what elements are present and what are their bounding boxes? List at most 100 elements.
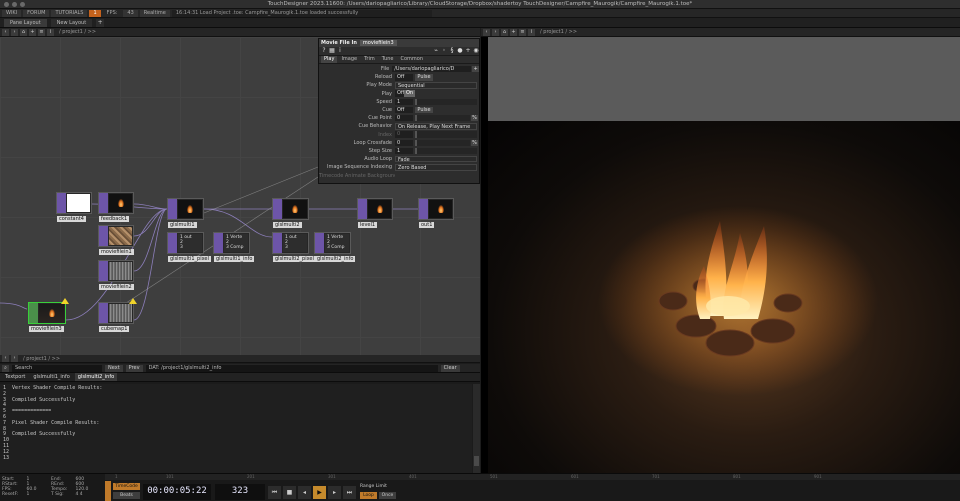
node-glslmulti1[interactable]: glslmulti1 [167, 198, 204, 228]
help-icon[interactable]: ? [321, 48, 327, 54]
node-moviefilein3[interactable]: moviefilein3 [28, 298, 69, 332]
tab-textport[interactable]: Textport [2, 373, 28, 381]
search-prev-button[interactable]: Prev [125, 364, 143, 372]
reload-toggle[interactable]: Off [395, 74, 413, 81]
info-icon[interactable]: i [337, 48, 343, 54]
viewer-pane[interactable]: ‹ › ⌂ + ≡ i / project1 / >> [481, 28, 960, 473]
info-icon[interactable]: i [528, 28, 535, 36]
forward-icon[interactable]: › [11, 28, 18, 36]
add-icon[interactable]: + [510, 28, 517, 36]
timeline-ruler[interactable]: 1 101 201 301 401 501 601 701 801 901 [105, 474, 960, 480]
frame-display[interactable]: 323 [215, 484, 265, 500]
settings-icon[interactable]: ◉ [473, 48, 479, 54]
viewer-path[interactable]: / project1 / >> [540, 29, 577, 35]
index-slider[interactable] [415, 131, 477, 138]
play-mode-menu[interactable]: Sequential [395, 82, 477, 89]
operator-icon[interactable]: ▦ [329, 48, 335, 54]
node-feedback1[interactable]: feedback1 [98, 192, 134, 222]
back-icon[interactable]: ‹ [483, 28, 490, 36]
cue-toggle[interactable]: Off [395, 106, 413, 114]
stop-icon[interactable]: ■ [283, 486, 296, 499]
speed-slider[interactable] [415, 98, 477, 106]
search-clear-button[interactable]: Clear [440, 364, 460, 372]
search-next-button[interactable]: Next [105, 364, 123, 372]
warning-icon[interactable] [129, 298, 137, 304]
cue-point-unit[interactable]: % [471, 114, 478, 122]
add-file-icon[interactable]: + [472, 65, 479, 73]
reload-pulse-button[interactable]: Pulse [415, 74, 433, 81]
search-input[interactable]: Search [12, 364, 102, 372]
cue-pulse-button[interactable]: Pulse [415, 106, 433, 114]
home-icon[interactable]: ⌂ [20, 28, 27, 36]
node-constant4[interactable]: constant4 [56, 192, 92, 222]
add-icon[interactable]: + [29, 28, 36, 36]
forum-button[interactable]: FORUM [23, 9, 50, 17]
node-out1[interactable]: out1 [418, 198, 454, 228]
node-glslmulti2-pixel[interactable]: 1 out 2 3 glslmulti2_pixel [272, 232, 316, 262]
tab-glslmulti2-info[interactable]: glslmulti2_info [74, 373, 118, 381]
file-path-field[interactable]: /Users/dariopagliarico/D [392, 65, 472, 73]
node-glslmulti1-info[interactable]: 1 Verte 2 3 Comp glslmulti1_info [213, 232, 255, 262]
tutorials-button[interactable]: TUTORIALS [51, 9, 88, 17]
once-button[interactable]: Once [379, 492, 396, 499]
loop-crossfade-unit[interactable]: % [471, 139, 478, 147]
back-icon[interactable]: ‹ [2, 355, 9, 362]
comment-icon[interactable]: ◦ [441, 48, 447, 54]
warning-icon[interactable] [61, 298, 69, 304]
tab-play[interactable]: Play [321, 56, 338, 63]
node-moviefilein2[interactable]: moviefilein2 [98, 260, 134, 290]
operator-name-field[interactable]: moviefilein3 [359, 40, 397, 46]
link-icon[interactable]: ⌁ [433, 48, 439, 54]
add-tab-button[interactable]: + [96, 18, 105, 27]
audio-loop-menu[interactable]: Fade [395, 155, 477, 163]
menu-icon[interactable]: ≡ [38, 28, 45, 36]
loop-crossfade-slider[interactable] [415, 139, 470, 147]
step-size-slider[interactable] [415, 147, 477, 155]
node-level1[interactable]: level1 [357, 198, 393, 228]
tab-pane-layout[interactable]: Pane Layout [4, 18, 47, 27]
tab-trim[interactable]: Trim [361, 56, 378, 63]
info-icon[interactable]: i [47, 28, 54, 36]
play-off-option[interactable]: Off [395, 90, 404, 97]
play-icon[interactable]: ▶ [313, 486, 326, 499]
text-content[interactable]: 1 Vertex Shader Compile Results: 2 3 Com… [0, 384, 472, 473]
text-scrollbar[interactable] [473, 384, 480, 473]
cue-behavior-menu[interactable]: On Release, Play Next Frame [395, 123, 477, 130]
viewer-canvas[interactable] [488, 37, 960, 473]
cue-point-field[interactable]: 0 [395, 114, 413, 122]
tab-tune[interactable]: Tune [379, 56, 397, 63]
step-size-field[interactable]: 1 [395, 147, 413, 155]
forward-icon[interactable]: › [11, 355, 18, 362]
loop-button[interactable]: Loop [360, 492, 377, 499]
wiki-button[interactable]: WIKI [2, 9, 22, 17]
tab-glslmulti1-info[interactable]: glslmulti1_info [30, 373, 72, 381]
rewind-icon[interactable]: ⏮ [268, 486, 281, 499]
node-cubemap1[interactable]: cubemap1 [98, 298, 137, 332]
node-glslmulti2[interactable]: glslmulti2 [272, 198, 309, 228]
tab-image[interactable]: Image [338, 56, 360, 63]
python-icon[interactable]: § [449, 48, 455, 54]
network-path[interactable]: / project1 / >> [59, 29, 96, 35]
cue-point-slider[interactable] [415, 114, 470, 122]
pin-icon[interactable]: ● [457, 48, 463, 54]
alert-badge[interactable]: 1 [89, 9, 101, 17]
add-parameter-icon[interactable]: + [465, 48, 471, 54]
timecode-display[interactable]: 00:00:05:22 [143, 484, 211, 500]
play-on-option[interactable]: On [404, 90, 415, 97]
loop-crossfade-field[interactable]: 0 [395, 139, 413, 147]
tab-new-layout[interactable]: New Layout [50, 18, 93, 27]
back-icon[interactable]: ‹ [2, 28, 9, 36]
index-field[interactable]: 0 [395, 131, 413, 138]
beats-mode-button[interactable]: Beats [113, 492, 140, 499]
text-pane-path[interactable]: / project1 / >> [23, 356, 60, 362]
speed-field[interactable]: 1 [395, 98, 413, 106]
parameter-window[interactable]: Movie File In moviefilein3 ? ▦ i ⌁ ◦ § ●… [318, 38, 480, 184]
timeline-range-marker[interactable] [105, 481, 111, 501]
menu-icon[interactable]: ≡ [519, 28, 526, 36]
tab-common[interactable]: Common [397, 56, 426, 63]
dat-path-field[interactable]: DAT: /project1/glslmulti2_info [145, 364, 438, 372]
node-glslmulti2-info[interactable]: 1 Verte 2 3 Comp glslmulti2_info [314, 232, 356, 262]
image-sequence-indexing-menu[interactable]: Zero Based [395, 164, 477, 171]
step-forward-icon[interactable]: ▸ [328, 486, 341, 499]
fast-forward-icon[interactable]: ⏭ [343, 486, 356, 499]
